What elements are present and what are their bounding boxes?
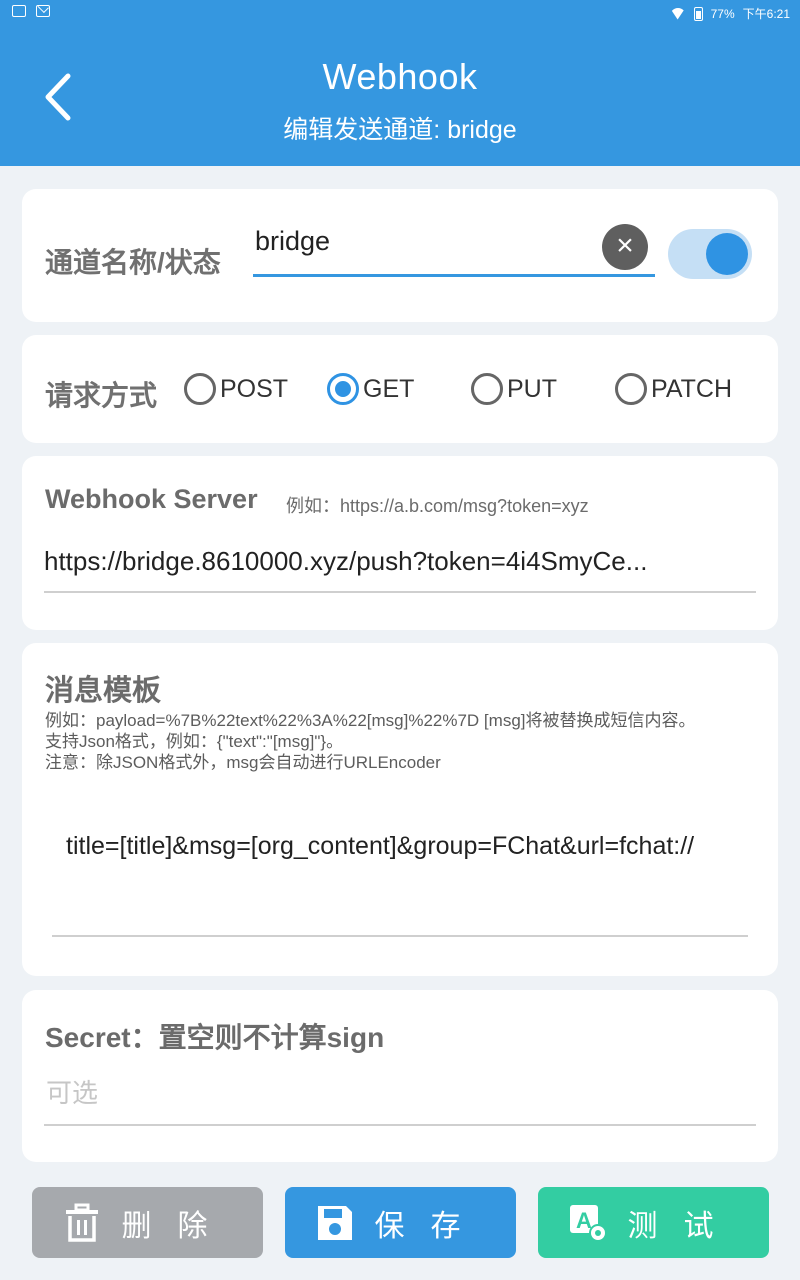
radio-post[interactable]: POST bbox=[184, 373, 288, 405]
channel-name-label: 通道名称/状态 bbox=[45, 247, 221, 278]
save-label: 保存 bbox=[374, 1209, 487, 1243]
radio-circle bbox=[471, 373, 503, 405]
battery-icon bbox=[693, 6, 703, 21]
clear-name-button[interactable]: × bbox=[602, 224, 648, 270]
server-example: 例如：https://a.b.com/msg?token=xyz bbox=[286, 496, 589, 516]
secret-card: Secret：置空则不计算sign bbox=[22, 990, 778, 1162]
toggle-knob bbox=[706, 233, 748, 275]
radio-get[interactable]: GET bbox=[327, 373, 414, 405]
test-label: 测试 bbox=[627, 1209, 740, 1243]
floppy-disk-icon bbox=[317, 1205, 352, 1240]
request-method-card: 请求方式 POST GET PUT PATCH bbox=[22, 335, 778, 443]
template-card: 消息模板 例如：payload=%7B%22text%22%3A%22[msg]… bbox=[22, 643, 778, 976]
template-input[interactable]: title=[title]&msg=[org_content]&group=FC… bbox=[52, 825, 748, 937]
radio-patch[interactable]: PATCH bbox=[615, 373, 732, 405]
radio-label: PATCH bbox=[651, 374, 733, 403]
radio-label: GET bbox=[363, 374, 415, 403]
channel-card: 通道名称/状态 × bbox=[22, 189, 778, 322]
radio-circle-selected bbox=[327, 373, 359, 405]
template-label: 消息模板 bbox=[45, 675, 162, 707]
gallery-notification-icon bbox=[12, 5, 26, 17]
template-hint: 例如：payload=%7B%22text%22%3A%22[msg]%22%7… bbox=[45, 711, 696, 730]
request-method-label: 请求方式 bbox=[45, 380, 158, 411]
status-time: 下午6:21 bbox=[742, 7, 790, 21]
radio-circle bbox=[615, 373, 647, 405]
secret-input[interactable] bbox=[44, 1070, 756, 1126]
secret-label: Secret：置空则不计算sign bbox=[45, 1022, 385, 1053]
radio-put[interactable]: PUT bbox=[471, 373, 557, 405]
delete-label: 删除 bbox=[121, 1209, 234, 1243]
radio-label: POST bbox=[220, 374, 289, 403]
status-bar: 77% 下午6:21 bbox=[0, 0, 800, 28]
radio-label: PUT bbox=[507, 374, 557, 403]
wifi-icon bbox=[670, 8, 686, 20]
radio-circle bbox=[184, 373, 216, 405]
page-title: Webhook bbox=[322, 56, 478, 97]
test-button[interactable]: A 测试 bbox=[538, 1187, 769, 1258]
battery-percent: 77% bbox=[710, 6, 735, 21]
app-bar: Webhook 编辑发送通道: bridge bbox=[0, 28, 800, 166]
template-hints: 例如：payload=%7B%22text%22%3A%22[msg]%22%7… bbox=[45, 710, 760, 773]
server-card: Webhook Server 例如：https://a.b.com/msg?to… bbox=[22, 456, 778, 630]
svg-text:A: A bbox=[576, 1208, 592, 1233]
channel-name-input[interactable] bbox=[253, 219, 655, 277]
template-hint: 注意：除JSON格式外，msg会自动进行URLEncoder bbox=[45, 753, 441, 772]
channel-status-toggle[interactable] bbox=[668, 229, 752, 279]
mail-notification-icon bbox=[36, 5, 50, 17]
page-subtitle: 编辑发送通道: bridge bbox=[283, 116, 517, 144]
template-hint: 支持Json格式，例如：{"text":"[msg]"}。 bbox=[45, 732, 344, 751]
trash-icon bbox=[65, 1203, 98, 1242]
server-url-input[interactable] bbox=[44, 538, 756, 593]
save-button[interactable]: 保存 bbox=[285, 1187, 516, 1258]
server-label: Webhook Server bbox=[45, 484, 258, 514]
test-settings-icon: A bbox=[569, 1204, 607, 1242]
delete-button[interactable]: 删除 bbox=[32, 1187, 263, 1258]
close-icon: × bbox=[616, 229, 634, 262]
